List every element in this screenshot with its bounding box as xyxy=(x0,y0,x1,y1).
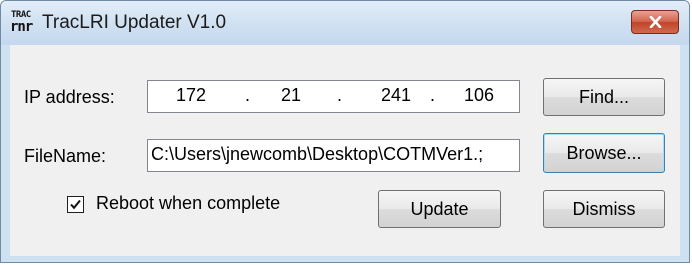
app-icon: TRAC rnr xyxy=(10,11,36,35)
updater-window: TRAC rnr TracLRI Updater V1.0 IP address… xyxy=(0,0,690,263)
close-icon xyxy=(649,16,662,28)
checkmark-icon xyxy=(70,199,81,210)
title-bar[interactable]: TRAC rnr TracLRI Updater V1.0 xyxy=(1,1,689,45)
ip-address-label: IP address: xyxy=(24,87,115,107)
ip-octet-3[interactable]: 241 xyxy=(381,85,411,106)
ip-dot-2: . xyxy=(337,85,343,105)
ip-octet-1[interactable]: 172 xyxy=(176,85,206,106)
app-icon-bottom-text: rnr xyxy=(10,19,33,35)
update-button[interactable]: Update xyxy=(378,190,501,228)
ip-dot-1: . xyxy=(245,85,251,105)
filename-input[interactable]: C:\Users\jnewcomb\Desktop\COTMVer1.; xyxy=(151,144,517,165)
filename-field[interactable]: C:\Users\jnewcomb\Desktop\COTMVer1.; xyxy=(147,139,520,172)
dismiss-button[interactable]: Dismiss xyxy=(543,190,665,228)
reboot-label[interactable]: Reboot when complete xyxy=(96,193,280,214)
filename-label: FileName: xyxy=(24,146,107,166)
dialog-body: IP address: 172 . 21 . 241 . 106 Find...… xyxy=(10,45,680,256)
close-button[interactable] xyxy=(631,10,679,34)
browse-button[interactable]: Browse... xyxy=(543,133,665,173)
find-button[interactable]: Find... xyxy=(543,78,665,116)
window-title: TracLRI Updater V1.0 xyxy=(42,12,227,33)
reboot-checkbox[interactable] xyxy=(67,196,84,213)
ip-octet-4[interactable]: 106 xyxy=(464,85,494,106)
ip-dot-3: . xyxy=(430,85,436,105)
ip-address-field[interactable]: 172 . 21 . 241 . 106 xyxy=(147,80,520,113)
ip-octet-2[interactable]: 21 xyxy=(281,85,301,106)
